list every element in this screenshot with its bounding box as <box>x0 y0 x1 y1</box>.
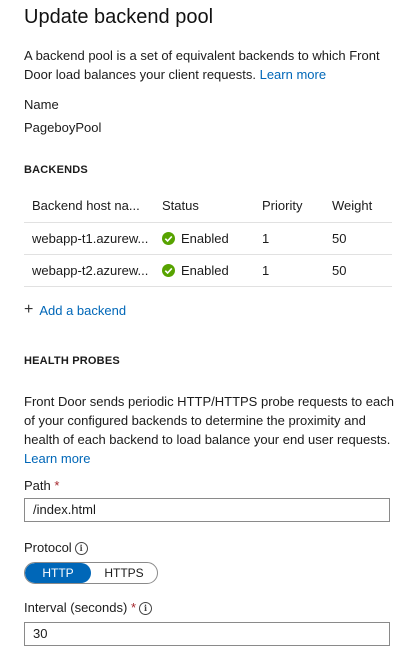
protocol-label: Protocol i <box>24 540 88 556</box>
protocol-option-https[interactable]: HTTPS <box>91 563 157 583</box>
interval-label: Interval (seconds) * i <box>24 600 153 616</box>
path-label: Path * <box>24 478 59 493</box>
column-header-status[interactable]: Status <box>154 188 254 223</box>
learn-more-link[interactable]: Learn more <box>260 67 326 82</box>
backend-status-cell: Enabled <box>154 254 254 287</box>
add-backend-label: Add a backend <box>39 302 127 318</box>
backend-status-cell: Enabled <box>154 222 254 255</box>
check-circle-icon <box>162 232 175 245</box>
check-circle-icon <box>162 264 175 277</box>
panel-description-text: A backend pool is a set of equivalent ba… <box>24 48 380 82</box>
backends-table: Backend host na... Status Priority Weigh… <box>24 188 392 287</box>
add-backend-button[interactable]: + Add a backend <box>24 302 126 318</box>
path-input[interactable]: /index.html <box>24 498 390 522</box>
protocol-toggle[interactable]: HTTP HTTPS <box>24 562 158 584</box>
table-row[interactable]: webapp-t2.azurew... Enabled 1 50 <box>24 254 392 287</box>
backends-section-label: BACKENDS <box>24 164 88 176</box>
update-backend-pool-panel: Update backend pool A backend pool is a … <box>0 0 410 657</box>
interval-input[interactable]: 30 <box>24 622 390 646</box>
backend-priority-cell: 1 <box>254 222 324 255</box>
table-row[interactable]: webapp-t1.azurew... Enabled 1 50 <box>24 222 392 255</box>
health-probes-section-label: HEALTH PROBES <box>24 355 120 367</box>
panel-title: Update backend pool <box>24 6 214 28</box>
backend-host-cell: webapp-t1.azurew... <box>24 222 154 255</box>
backend-weight-cell: 50 <box>324 222 392 255</box>
path-label-text: Path <box>24 478 51 493</box>
required-indicator: * <box>130 600 137 615</box>
backend-status-text: Enabled <box>181 231 229 246</box>
panel-description: A backend pool is a set of equivalent ba… <box>24 46 396 84</box>
protocol-option-http[interactable]: HTTP <box>25 563 91 583</box>
health-learn-more-link[interactable]: Learn more <box>24 451 90 466</box>
health-probes-description-text: Front Door sends periodic HTTP/HTTPS pro… <box>24 394 394 447</box>
required-indicator: * <box>54 478 60 493</box>
column-header-priority[interactable]: Priority <box>254 188 324 223</box>
column-header-weight[interactable]: Weight <box>324 188 392 223</box>
protocol-label-text: Protocol <box>24 540 72 555</box>
backend-status-text: Enabled <box>181 263 229 278</box>
name-label: Name <box>24 97 59 112</box>
info-icon[interactable]: i <box>139 602 153 616</box>
column-header-host[interactable]: Backend host na... <box>24 188 154 223</box>
health-probes-description: Front Door sends periodic HTTP/HTTPS pro… <box>24 392 396 468</box>
backend-host-cell: webapp-t2.azurew... <box>24 254 154 287</box>
name-value: PageboyPool <box>24 120 102 135</box>
backend-weight-cell: 50 <box>324 254 392 287</box>
table-header-row: Backend host na... Status Priority Weigh… <box>24 188 392 223</box>
plus-icon: + <box>24 301 34 318</box>
info-icon[interactable]: i <box>74 542 88 556</box>
interval-label-text: Interval (seconds) <box>24 600 128 615</box>
backend-priority-cell: 1 <box>254 254 324 287</box>
